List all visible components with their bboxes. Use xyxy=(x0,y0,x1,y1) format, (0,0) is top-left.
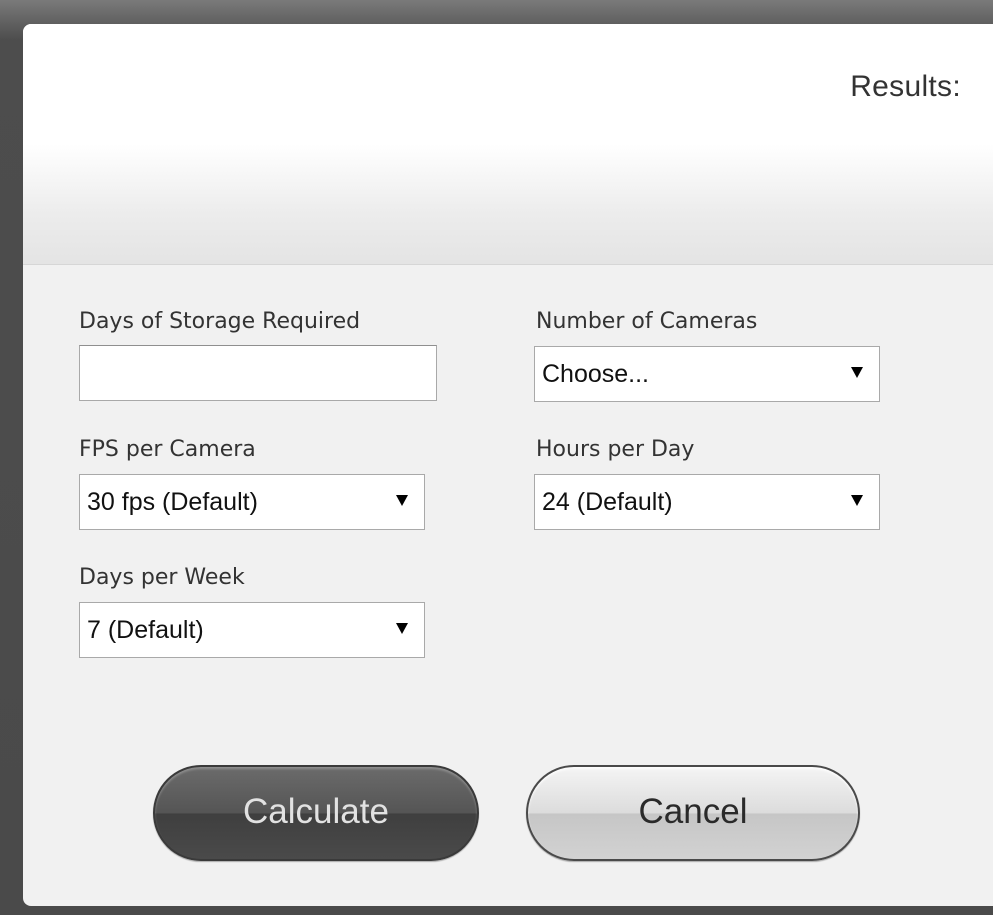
hours-per-day-value: 24 (Default) xyxy=(542,488,673,516)
calculator-form: Days of Storage Required Number of Camer… xyxy=(23,265,993,906)
results-header: Results: xyxy=(23,24,993,265)
days-per-week-select[interactable]: 7 (Default) xyxy=(79,602,425,658)
caret-down-icon xyxy=(396,623,408,634)
number-of-cameras-label: Number of Cameras xyxy=(536,309,758,334)
caret-down-icon xyxy=(396,495,408,506)
hours-per-day-select[interactable]: 24 (Default) xyxy=(534,474,880,530)
number-of-cameras-select[interactable]: Choose... xyxy=(534,346,880,402)
fps-per-camera-label: FPS per Camera xyxy=(79,437,256,462)
days-of-storage-input[interactable] xyxy=(79,345,437,401)
days-per-week-value: 7 (Default) xyxy=(87,616,204,644)
caret-down-icon xyxy=(851,495,863,506)
hours-per-day-label: Hours per Day xyxy=(536,437,695,462)
days-per-week-label: Days per Week xyxy=(79,565,245,590)
caret-down-icon xyxy=(851,367,863,378)
days-of-storage-label: Days of Storage Required xyxy=(79,309,361,334)
cancel-button[interactable]: Cancel xyxy=(526,765,860,861)
window-frame: Results: Days of Storage Required Number… xyxy=(0,0,993,915)
results-label: Results: xyxy=(850,70,961,103)
storage-calculator-dialog: Results: Days of Storage Required Number… xyxy=(23,24,993,906)
fps-per-camera-select[interactable]: 30 fps (Default) xyxy=(79,474,425,530)
number-of-cameras-value: Choose... xyxy=(542,360,650,388)
fps-per-camera-value: 30 fps (Default) xyxy=(87,488,258,516)
calculate-button[interactable]: Calculate xyxy=(153,765,479,861)
